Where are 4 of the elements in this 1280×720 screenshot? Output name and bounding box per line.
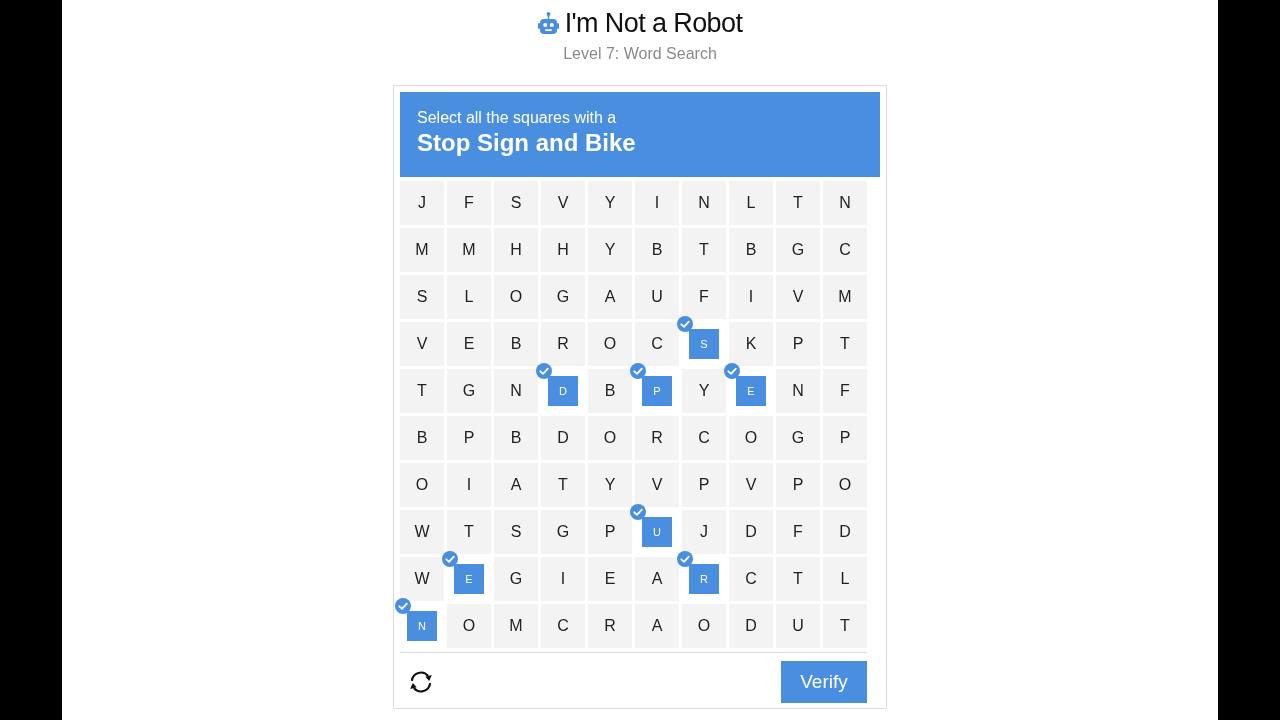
- level-subtitle: Level 7: Word Search: [563, 44, 717, 64]
- target-text: Stop Sign and Bike: [417, 128, 637, 158]
- instruction-text: Select all the squares with a: [417, 108, 618, 128]
- page-title: I'm Not a Robot: [564, 7, 743, 40]
